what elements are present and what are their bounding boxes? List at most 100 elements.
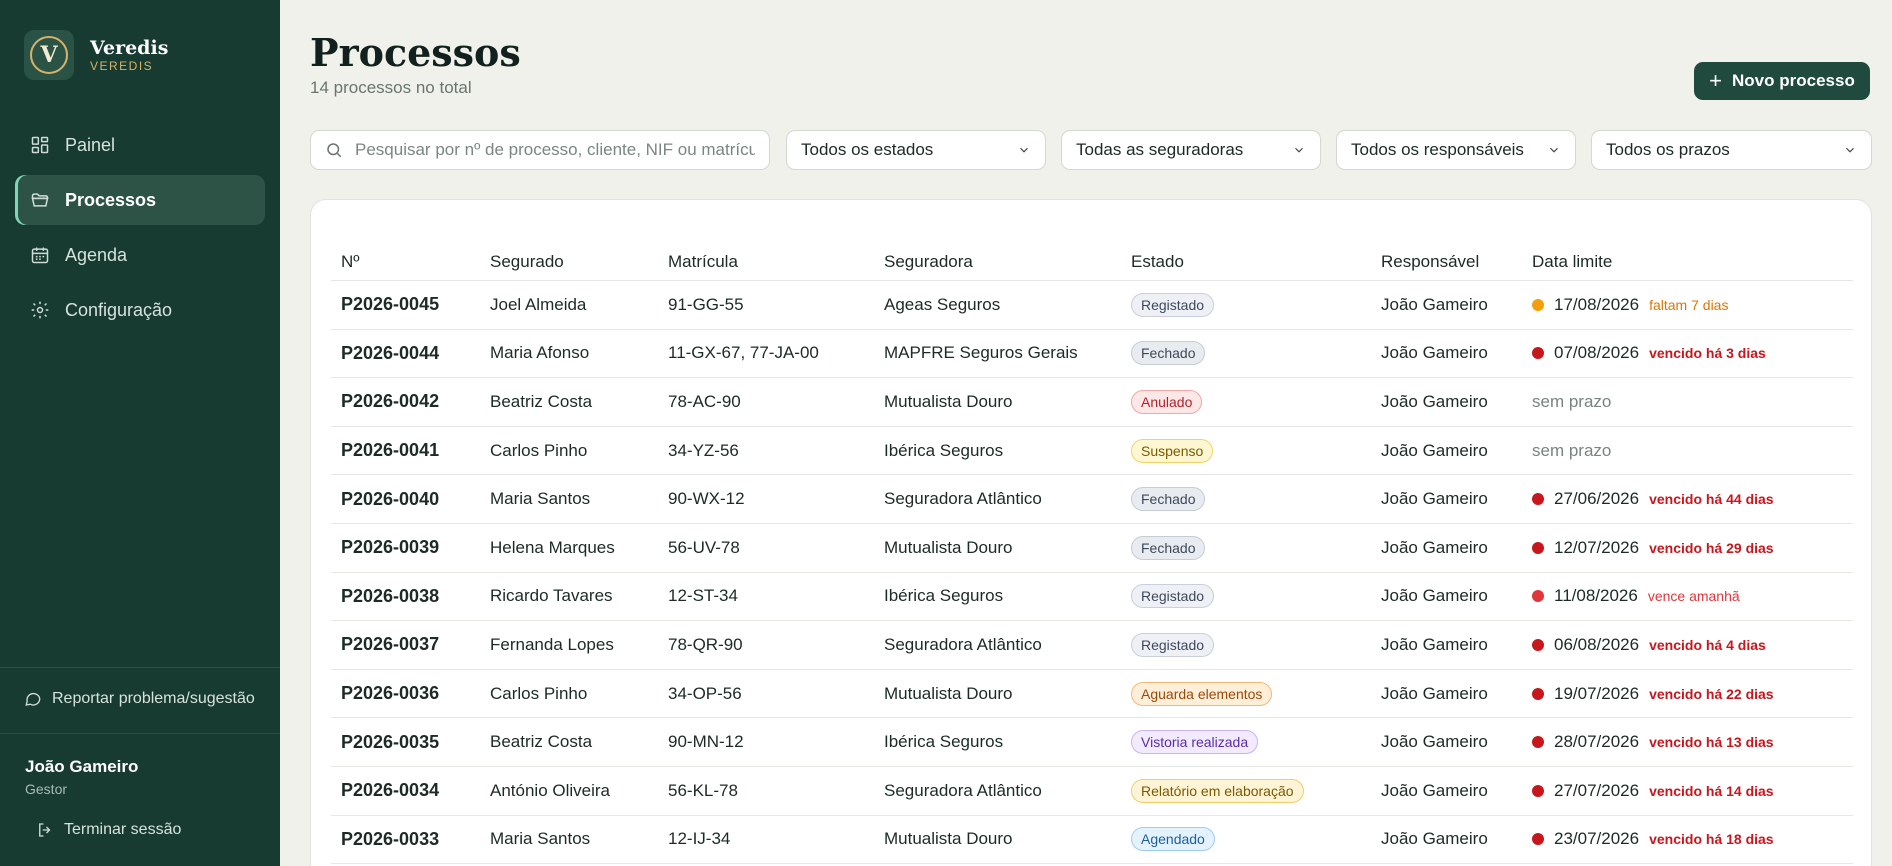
table-row[interactable]: P2026-0033 Maria Santos 12-IJ-34 Mutualista… bbox=[331, 815, 1853, 865]
deadline-date: 27/07/2026 bbox=[1554, 780, 1640, 800]
search-box bbox=[310, 130, 770, 170]
chat-bubble-icon bbox=[25, 692, 41, 706]
deadline-status-dot bbox=[1532, 347, 1544, 360]
estado-filter-select[interactable]: Todos os estados bbox=[786, 130, 1046, 170]
status-badge: Registado bbox=[1131, 292, 1215, 317]
deadline-date: 19/07/2026 bbox=[1554, 683, 1640, 703]
deadline-cell: 19/07/2026 vencido há 22 dias bbox=[1522, 669, 1853, 719]
insured-name: Carlos Pinho bbox=[480, 669, 658, 719]
status-badge: Aguarda elementos bbox=[1131, 681, 1273, 706]
table-row[interactable]: P2026-0035 Beatriz Costa 90-MN-12 Ibérica S… bbox=[331, 717, 1853, 767]
column-header-seguradora[interactable]: Seguradora bbox=[874, 252, 1121, 281]
column-header-matricula[interactable]: Matrícula bbox=[658, 252, 874, 281]
logout-button[interactable]: Terminar sessão bbox=[36, 821, 181, 839]
sidebar-item-label: Agenda bbox=[65, 244, 128, 265]
table-row[interactable]: P2026-0037 Fernanda Lopes 78-QR-90 Segurado… bbox=[331, 620, 1853, 670]
table-row[interactable]: P2026-0045 Joel Almeida 91-GG-55 Ageas Segu… bbox=[331, 280, 1853, 330]
deadline-status-dot bbox=[1532, 833, 1544, 846]
insurer-name: MAPFRE Seguros Gerais bbox=[874, 329, 1121, 379]
deadline-cell: 06/08/2026 vencido há 4 dias bbox=[1522, 620, 1853, 670]
table-row[interactable]: P2026-0039 Helena Marques 56-UV-78 Mutualis… bbox=[331, 523, 1853, 573]
status-badge: Anulado bbox=[1131, 389, 1203, 414]
table-row[interactable]: P2026-0034 António Oliveira 56-KL-78 Segura… bbox=[331, 766, 1853, 816]
responsible-name: João Gameiro bbox=[1371, 717, 1522, 767]
license-plate: 91-GG-55 bbox=[658, 280, 874, 330]
license-plate: 11-GX-67, 77-JA-00 bbox=[658, 329, 874, 379]
status-badge: Registado bbox=[1131, 632, 1215, 657]
deadline-status-dot bbox=[1532, 590, 1544, 603]
table-row[interactable]: P2026-0041 Carlos Pinho 34-YZ-56 Ibérica Se… bbox=[331, 426, 1853, 476]
chevron-down-icon bbox=[1295, 147, 1303, 153]
table-row[interactable]: P2026-0044 Maria Afonso 11-GX-67, 77-JA-00… bbox=[331, 329, 1853, 379]
insurer-name: Ibérica Seguros bbox=[874, 717, 1121, 767]
process-number: P2026-0045 bbox=[331, 280, 480, 330]
status-cell: Registado bbox=[1121, 620, 1371, 670]
deadline-note: vencido há 22 dias bbox=[1649, 685, 1774, 702]
status-cell: Aguarda elementos bbox=[1121, 669, 1371, 719]
column-header-num[interactable]: Nº bbox=[331, 252, 480, 281]
search-input[interactable] bbox=[355, 140, 755, 160]
process-number: P2026-0042 bbox=[331, 377, 480, 427]
deadline-note: vence amanhã bbox=[1647, 588, 1740, 605]
sidebar-item-agenda[interactable]: Agenda bbox=[15, 230, 265, 280]
calendar-icon bbox=[29, 244, 51, 266]
deadline-date: 23/07/2026 bbox=[1554, 829, 1640, 849]
logo-mark: V bbox=[30, 36, 68, 74]
status-cell: Registado bbox=[1121, 572, 1371, 622]
status-cell: Agendado bbox=[1121, 815, 1371, 865]
brand-subtitle: VEREDIS bbox=[90, 58, 154, 73]
insurer-name: Mutualista Douro bbox=[874, 523, 1121, 573]
status-badge: Vistoria realizada bbox=[1131, 730, 1259, 755]
responsible-name: João Gameiro bbox=[1371, 620, 1522, 670]
license-plate: 90-WX-12 bbox=[658, 474, 874, 524]
column-header-segurado[interactable]: Segurado bbox=[480, 252, 658, 281]
gear-icon bbox=[29, 299, 51, 321]
table-row[interactable]: P2026-0040 Maria Santos 90-WX-12 Seguradora… bbox=[331, 474, 1853, 524]
insured-name: Maria Afonso bbox=[480, 329, 658, 379]
insurer-name: Seguradora Atlântico bbox=[874, 766, 1121, 816]
deadline-date: 06/08/2026 bbox=[1554, 634, 1640, 654]
deadline-date: 07/08/2026 bbox=[1554, 343, 1640, 363]
status-badge: Fechado bbox=[1131, 341, 1206, 366]
processes-table: Nº Segurado Matrícula Seguradora Estado … bbox=[331, 252, 1853, 865]
sidebar-item-processos[interactable]: Processos bbox=[15, 175, 265, 225]
insured-name: Maria Santos bbox=[480, 815, 658, 865]
column-header-data-limite[interactable]: Data limite bbox=[1522, 252, 1853, 281]
prazo-filter-select[interactable]: Todos os prazos bbox=[1591, 130, 1872, 170]
column-header-estado[interactable]: Estado bbox=[1121, 252, 1371, 281]
table-body: P2026-0045 Joel Almeida 91-GG-55 Ageas Segu… bbox=[331, 280, 1853, 865]
user-name: João Gameiro bbox=[25, 757, 139, 776]
deadline-status-dot bbox=[1532, 687, 1544, 700]
process-number: P2026-0033 bbox=[331, 815, 480, 865]
deadline-cell: sem prazo bbox=[1522, 377, 1853, 427]
table-row[interactable]: P2026-0036 Carlos Pinho 34-OP-56 Mutualista… bbox=[331, 669, 1853, 719]
responsible-name: João Gameiro bbox=[1371, 280, 1522, 330]
responsible-name: João Gameiro bbox=[1371, 572, 1522, 622]
responsible-name: João Gameiro bbox=[1371, 426, 1522, 476]
no-deadline-text: sem prazo bbox=[1532, 391, 1612, 411]
responsible-name: João Gameiro bbox=[1371, 523, 1522, 573]
report-problem-link[interactable]: Reportar problema/sugestão bbox=[24, 690, 255, 708]
responsavel-filter-select[interactable]: Todos os responsáveis bbox=[1336, 130, 1576, 170]
new-process-button[interactable]: + Novo processo bbox=[1694, 62, 1870, 100]
insurer-name: Seguradora Atlântico bbox=[874, 474, 1121, 524]
table-row[interactable]: P2026-0042 Beatriz Costa 78-AC-90 Mutualist… bbox=[331, 377, 1853, 427]
table-row[interactable]: P2026-0038 Ricardo Tavares 12-ST-34 Ibérica… bbox=[331, 572, 1853, 622]
column-header-responsavel[interactable]: Responsável bbox=[1371, 252, 1522, 281]
deadline-note: vencido há 13 dias bbox=[1649, 734, 1774, 751]
deadline-status-dot bbox=[1532, 784, 1544, 797]
insurer-name: Mutualista Douro bbox=[874, 377, 1121, 427]
process-number: P2026-0035 bbox=[331, 717, 480, 767]
brand[interactable]: V Veredis VEREDIS bbox=[24, 30, 168, 80]
license-plate: 12-ST-34 bbox=[658, 572, 874, 622]
status-cell: Fechado bbox=[1121, 474, 1371, 524]
responsible-name: João Gameiro bbox=[1371, 815, 1522, 865]
chevron-down-icon bbox=[1550, 147, 1558, 153]
license-plate: 12-IJ-34 bbox=[658, 815, 874, 865]
responsible-name: João Gameiro bbox=[1371, 669, 1522, 719]
seguradora-filter-select[interactable]: Todas as seguradoras bbox=[1061, 130, 1321, 170]
no-deadline-text: sem prazo bbox=[1532, 440, 1612, 460]
status-cell: Relatório em elaboração bbox=[1121, 766, 1371, 816]
license-plate: 56-KL-78 bbox=[658, 766, 874, 816]
sidebar-item-configuracao[interactable]: Configuração bbox=[15, 285, 265, 335]
